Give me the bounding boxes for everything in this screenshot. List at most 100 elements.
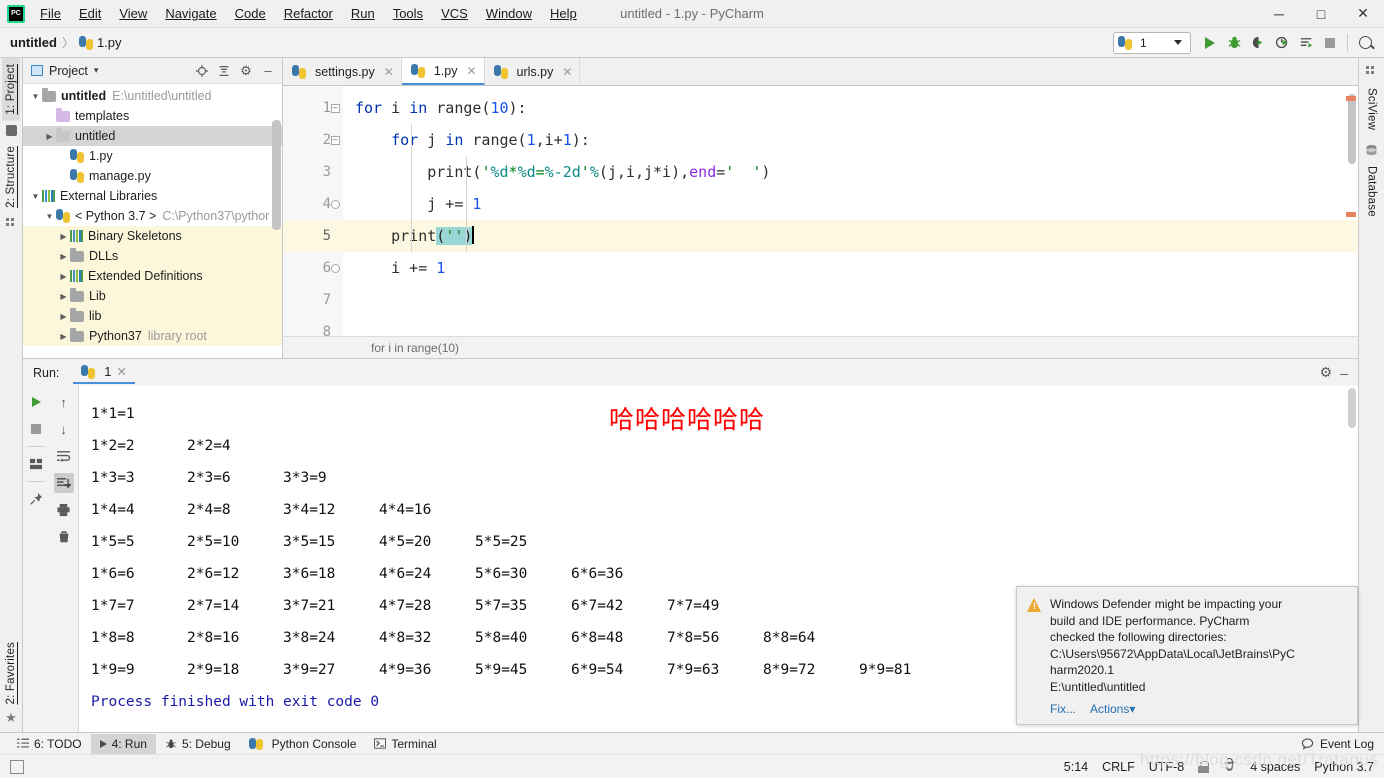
tab-1-py[interactable]: 1.py ✕ xyxy=(401,58,485,85)
code-line-6[interactable]: i += 1 xyxy=(343,252,1358,284)
tree-node[interactable]: templates xyxy=(23,106,282,126)
menu-run[interactable]: Run xyxy=(342,3,384,24)
profile-button[interactable] xyxy=(1271,32,1293,54)
sidebar-item-sciview[interactable]: SciView xyxy=(1363,82,1381,136)
bottom-tab-terminal[interactable]: Terminal xyxy=(365,734,445,754)
code-line-1[interactable]: for i in range(10): xyxy=(343,92,1358,124)
tree-node[interactable]: lib xyxy=(23,306,282,326)
chevron-open-icon[interactable] xyxy=(29,92,42,101)
chevron-closed-icon[interactable] xyxy=(57,252,70,261)
caret-position[interactable]: 5:14 xyxy=(1064,760,1088,774)
fold-handle[interactable]: – xyxy=(327,92,343,124)
console-scrollbar[interactable] xyxy=(1348,388,1356,428)
layout-button[interactable] xyxy=(26,454,46,474)
chevron-closed-icon[interactable] xyxy=(57,312,70,321)
collapse-all-icon[interactable] xyxy=(214,61,234,81)
menu-view[interactable]: View xyxy=(110,3,156,24)
bottom-tab-todo[interactable]: 6: TODO xyxy=(8,734,91,754)
menu-window[interactable]: Window xyxy=(477,3,541,24)
code-line-8[interactable] xyxy=(343,316,1358,336)
maximize-button[interactable]: □ xyxy=(1300,0,1342,28)
code-editor[interactable]: 1 2 3 4 5 6 7 8 – – for i in range(10): … xyxy=(283,86,1358,336)
code-text[interactable]: for i in range(10): for j in range(1,i+1… xyxy=(343,86,1358,336)
sidebar-item-database[interactable]: Database xyxy=(1363,160,1381,223)
fold-handle[interactable] xyxy=(327,252,343,284)
chevron-closed-icon[interactable] xyxy=(57,232,70,241)
interpreter-setting[interactable]: Python 3.7 xyxy=(1314,760,1374,774)
fold-handle[interactable]: – xyxy=(327,124,343,156)
gear-icon[interactable]: ⚙ xyxy=(1320,364,1333,381)
tree-node[interactable]: < Python 3.7 > C:\Python37\pythor xyxy=(23,206,282,226)
minimize-icon[interactable]: – xyxy=(1340,365,1348,381)
prev-occurrence-button[interactable]: ↑ xyxy=(54,392,74,412)
search-everywhere-button[interactable] xyxy=(1354,32,1376,54)
bottom-tab-debug[interactable]: 5: Debug xyxy=(156,734,240,754)
run-with-coverage-button[interactable] xyxy=(1247,32,1269,54)
menu-navigate[interactable]: Navigate xyxy=(156,3,225,24)
menu-help[interactable]: Help xyxy=(541,3,586,24)
fix-link[interactable]: Fix... xyxy=(1050,702,1076,716)
scroll-to-end-button[interactable] xyxy=(53,473,74,493)
code-folding-column[interactable]: – – xyxy=(327,92,343,284)
tree-node[interactable]: untitled xyxy=(23,126,282,146)
breadcrumb-file[interactable]: 1.py xyxy=(78,35,122,50)
close-icon[interactable]: ✕ xyxy=(384,65,394,79)
tree-node[interactable]: Python37 library root xyxy=(23,326,282,346)
gear-icon[interactable]: ⚙ xyxy=(236,61,256,81)
editor-scrollbar[interactable] xyxy=(1348,94,1356,164)
chevron-closed-icon[interactable] xyxy=(57,292,70,301)
code-line-3[interactable]: print('%d*%d=%-2d'%(j,i,j*i),end=' ') xyxy=(343,156,1358,188)
soft-wrap-button[interactable] xyxy=(54,446,74,466)
rerun-button[interactable] xyxy=(26,392,46,412)
pin-button[interactable] xyxy=(26,489,46,509)
chevron-closed-icon[interactable] xyxy=(57,332,70,341)
line-separator[interactable]: CRLF xyxy=(1102,760,1135,774)
print-button[interactable] xyxy=(54,500,74,520)
tree-node[interactable]: External Libraries xyxy=(23,186,282,206)
tab-settings-py[interactable]: settings.py ✕ xyxy=(283,58,402,85)
fold-handle[interactable] xyxy=(327,188,343,220)
code-line-2[interactable]: for j in range(1,i+1): xyxy=(343,124,1358,156)
project-tree[interactable]: untitled E:\untitled\untitled templates unt… xyxy=(23,84,282,358)
run-tab-1[interactable]: 1 ✕ xyxy=(73,361,135,384)
next-occurrence-button[interactable]: ↓ xyxy=(54,419,74,439)
close-icon[interactable]: ✕ xyxy=(562,65,572,79)
file-encoding[interactable]: UTF-8 xyxy=(1149,760,1184,774)
sidebar-item-project[interactable]: 1: Project xyxy=(2,58,20,121)
debug-button[interactable] xyxy=(1223,32,1245,54)
stop-button[interactable] xyxy=(1319,32,1341,54)
menu-edit[interactable]: Edit xyxy=(70,3,110,24)
code-line-5[interactable]: print('') xyxy=(343,220,1358,252)
lock-icon[interactable] xyxy=(1198,760,1210,773)
chevron-closed-icon[interactable] xyxy=(57,272,70,281)
run-button[interactable] xyxy=(1199,32,1221,54)
memory-icon[interactable] xyxy=(10,759,24,774)
error-stripe-marker[interactable] xyxy=(1346,96,1356,101)
tree-node[interactable]: Extended Definitions xyxy=(23,266,282,286)
menu-code[interactable]: Code xyxy=(226,3,275,24)
bottom-tab-python-console[interactable]: Python Console xyxy=(240,734,366,754)
menu-vcs[interactable]: VCS xyxy=(432,3,477,24)
breadcrumb-project[interactable]: untitled xyxy=(10,35,57,50)
show-command-button[interactable] xyxy=(1295,32,1317,54)
hector-icon[interactable] xyxy=(1223,758,1236,775)
sidebar-item-structure[interactable]: 2: Structure xyxy=(2,140,20,214)
tree-node[interactable]: untitled E:\untitled\untitled xyxy=(23,86,282,106)
close-icon[interactable]: ✕ xyxy=(466,64,476,78)
tree-node[interactable]: DLLs xyxy=(23,246,282,266)
chevron-closed-icon[interactable] xyxy=(43,132,56,141)
chevron-open-icon[interactable] xyxy=(29,192,42,201)
tree-node[interactable]: Binary Skeletons xyxy=(23,226,282,246)
close-button[interactable]: ✕ xyxy=(1342,0,1384,28)
tree-node[interactable]: manage.py xyxy=(23,166,282,186)
stop-process-button[interactable] xyxy=(26,419,46,439)
project-scrollbar[interactable] xyxy=(272,120,281,230)
hide-icon[interactable]: – xyxy=(258,61,278,81)
tab-urls-py[interactable]: urls.py ✕ xyxy=(485,58,581,85)
menu-tools[interactable]: Tools xyxy=(384,3,432,24)
sidebar-item-favorites[interactable]: 2: Favorites xyxy=(2,636,20,710)
code-line-4[interactable]: j += 1 xyxy=(343,188,1358,220)
notification-balloon[interactable]: Windows Defender might be impacting your… xyxy=(1016,586,1358,725)
menu-refactor[interactable]: Refactor xyxy=(275,3,342,24)
clear-all-button[interactable] xyxy=(54,527,74,547)
